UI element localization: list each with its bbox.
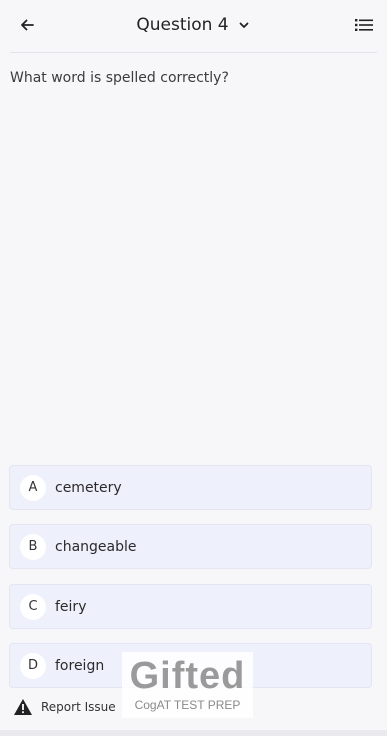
option-label: feiry [55,598,87,615]
warning-icon [14,699,32,715]
list-icon [355,19,373,31]
logo-subtitle: CogAT TEST PREP [134,698,241,712]
option-letter-badge: A [20,474,46,501]
report-issue-label: Report Issue [41,700,116,714]
option-a[interactable]: A cemetery [9,465,372,510]
question-text: What word is spelled correctly? [10,70,229,86]
option-letter-badge: C [20,593,46,620]
option-letter-badge: D [20,652,46,679]
chevron-down-icon [237,18,251,32]
question-selector[interactable]: Question 4 [0,12,387,38]
option-label: foreign [55,657,105,674]
header-divider [10,52,377,53]
report-issue-button[interactable]: Report Issue [13,697,116,717]
logo-wordmark: Gifted [129,655,246,697]
option-letter-badge: B [20,533,46,560]
header-bar: Question 4 [0,0,387,52]
option-b[interactable]: B changeable [9,524,372,569]
bottom-edge [0,730,387,736]
question-list-button[interactable] [351,12,377,38]
gifted-logo-watermark: Gifted CogAT TEST PREP [122,652,253,718]
option-label: cemetery [55,479,122,496]
page-title: Question 4 [136,15,229,35]
option-label: changeable [55,538,137,555]
option-c[interactable]: C feiry [9,584,372,629]
